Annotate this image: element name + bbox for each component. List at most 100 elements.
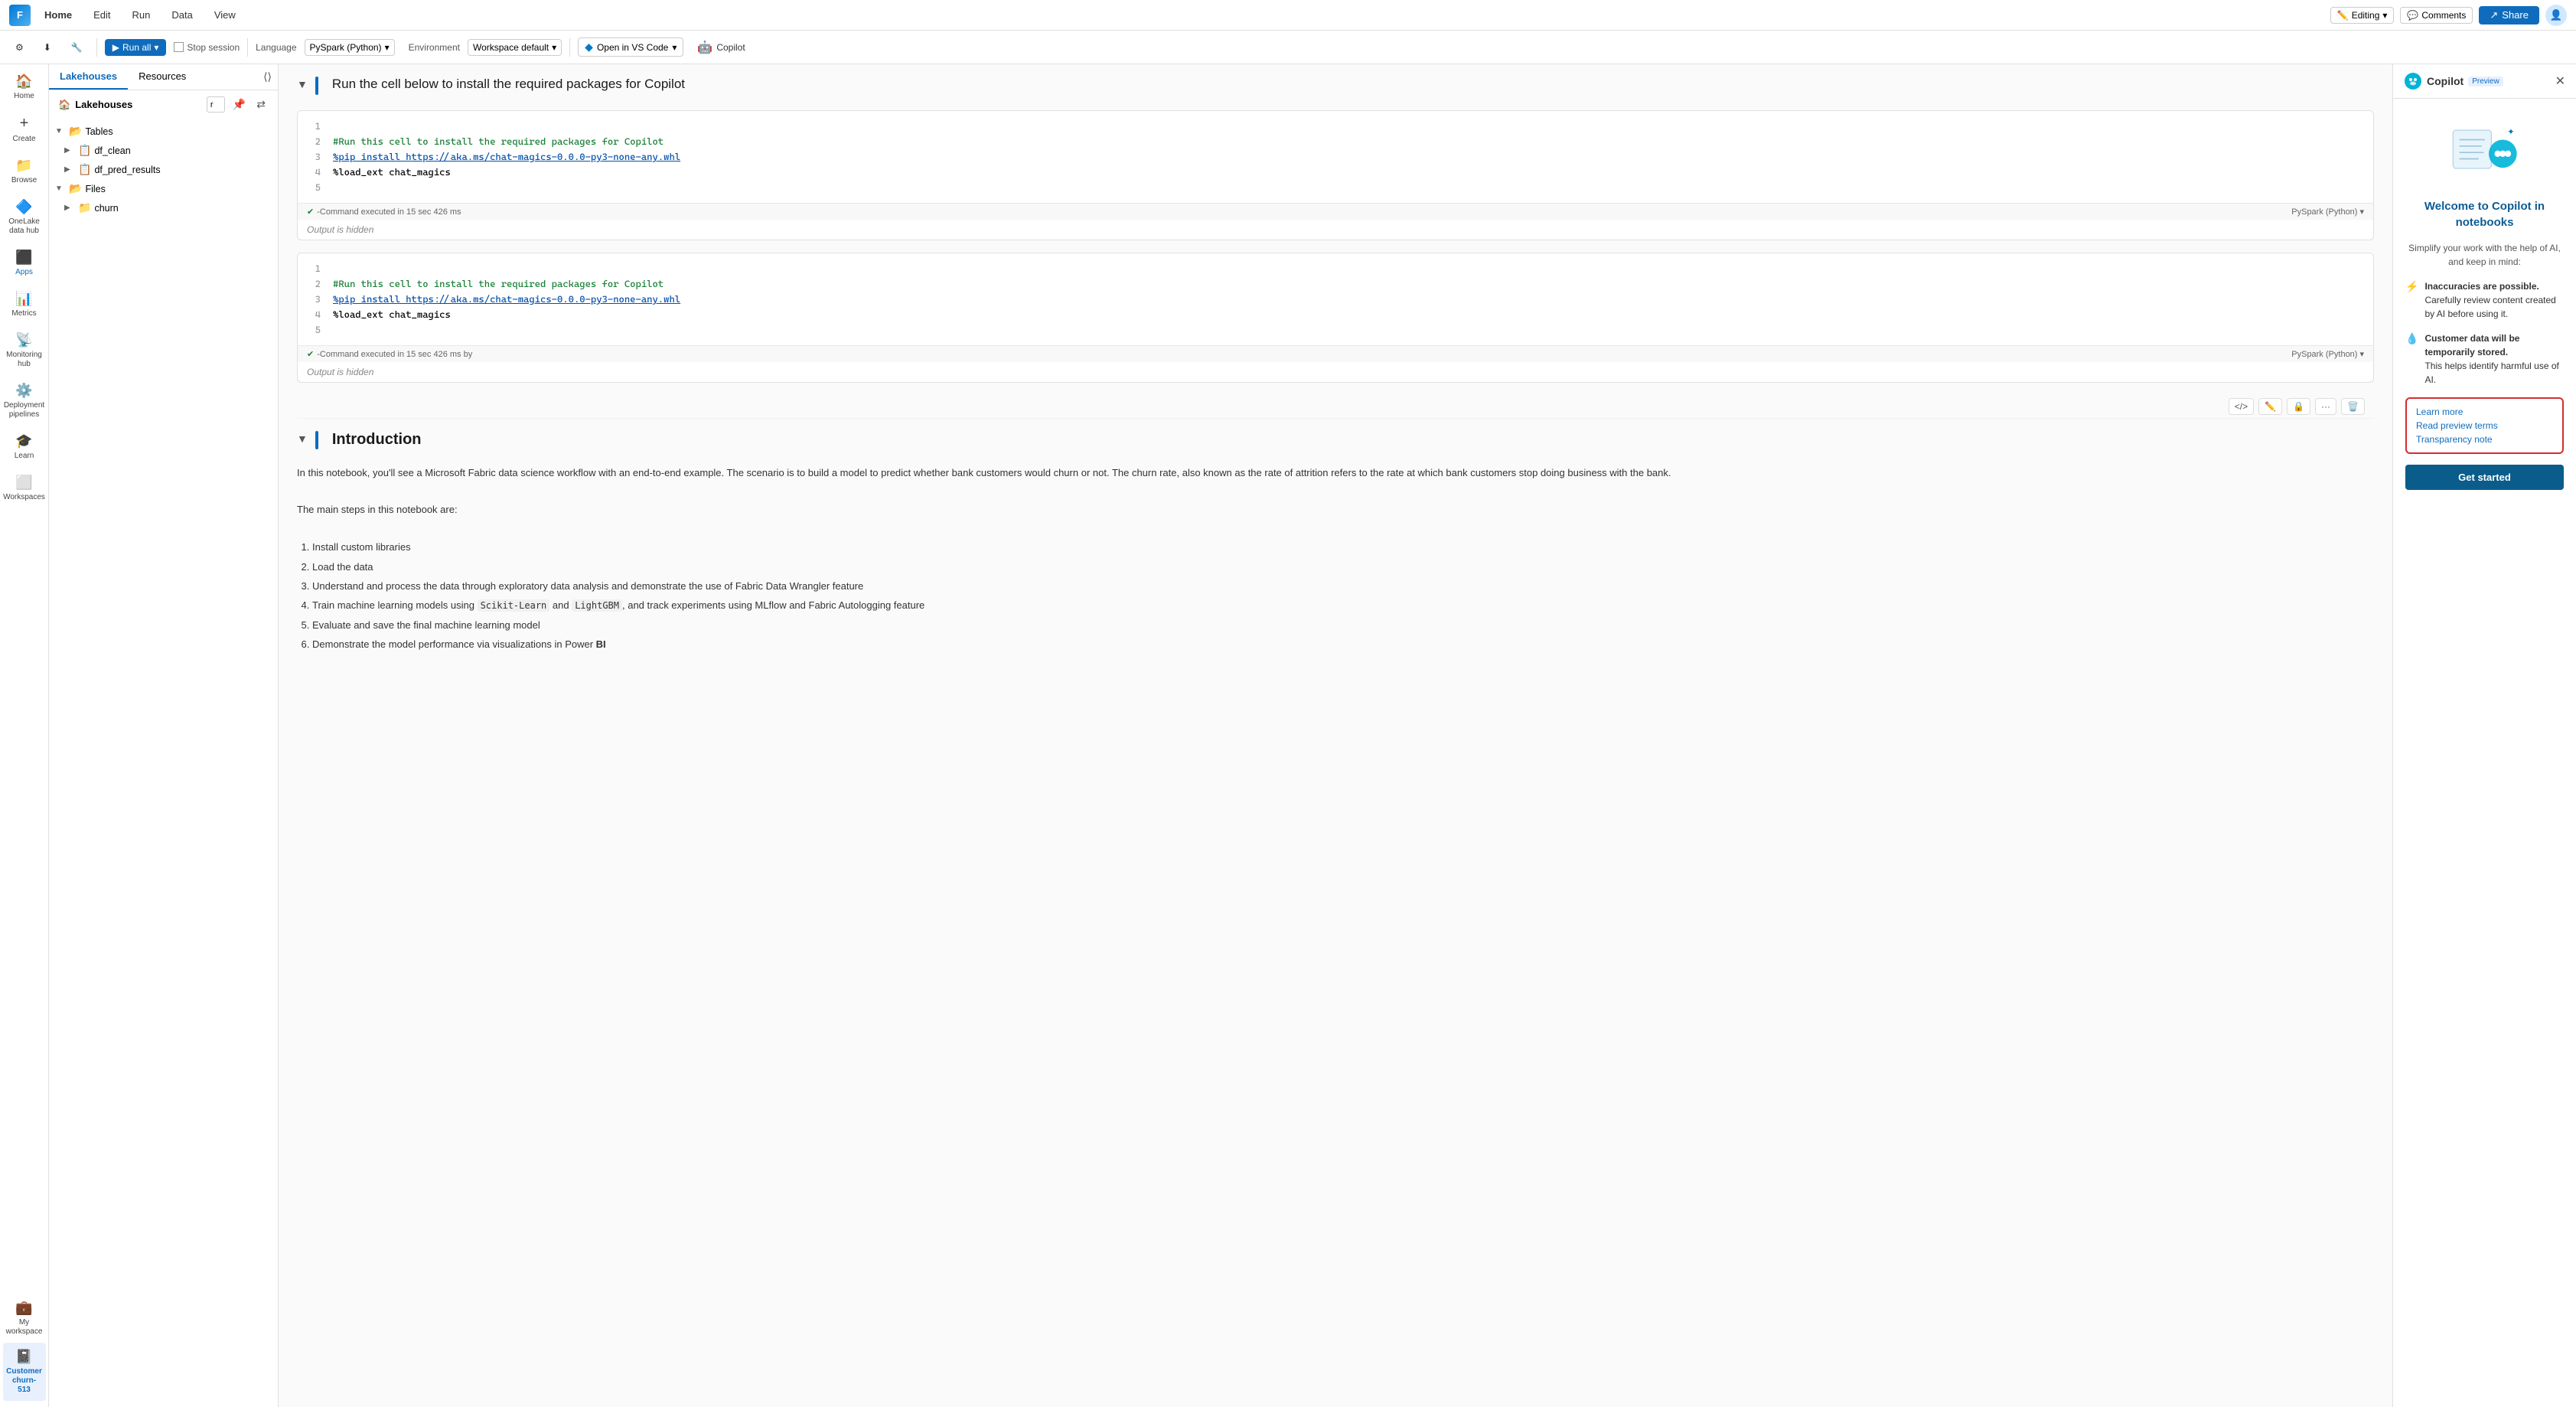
settings-gear-button[interactable]: 🔧 (65, 39, 89, 56)
code-view-button[interactable]: </> (2229, 398, 2254, 415)
share-label: Share (2502, 9, 2529, 21)
cell1-lang[interactable]: PySpark (Python) ▾ (2291, 207, 2364, 217)
collapse-section1-button[interactable]: ▼ (297, 78, 308, 90)
collapse-section2-button[interactable]: ▼ (297, 433, 308, 445)
copilot-side-panel: Copilot Preview ✕ ✦ Welc (2392, 64, 2576, 1407)
stop-session-label: Stop session (187, 42, 240, 53)
apps-icon: ⬛ (15, 250, 32, 266)
sidebar-label-browse: Browse (11, 176, 37, 185)
tab-resources[interactable]: Resources (128, 64, 197, 90)
share-button[interactable]: ↗ Share (2479, 6, 2539, 24)
code-area-1[interactable]: 1 2#Run this cell to install the require… (298, 111, 2373, 203)
collapse-panel-button[interactable]: ⟨⟩ (260, 64, 275, 90)
customer-data-detail: This helps identify harmful use of AI. (2424, 361, 2558, 385)
cell-floating-toolbar: </> ✏️ 🔒 ··· 🗑️ (297, 395, 2374, 419)
language-chevron-icon: ▾ (385, 42, 390, 53)
lakehouse-icon: 🏠 (58, 99, 70, 111)
sidebar-item-onelake[interactable]: 🔷 OneLake data hub (3, 193, 46, 242)
environment-chevron-icon: ▾ (552, 42, 556, 53)
more-options-button[interactable]: ··· (2315, 398, 2336, 415)
sidebar-item-deployment[interactable]: ⚙️ Deployment pipelines (3, 377, 46, 426)
nav-tab-data[interactable]: Data (164, 6, 200, 24)
cell2-lang-chevron: ▾ (2359, 349, 2364, 359)
run-all-button[interactable]: ▶ Run all ▾ (105, 39, 167, 56)
environment-selector[interactable]: Workspace default ▾ (468, 39, 562, 56)
editing-button[interactable]: ✏️ Editing ▾ (2330, 7, 2395, 24)
copilot-preview-badge: Preview (2468, 77, 2503, 87)
cell1-lang-text: PySpark (Python) (2291, 207, 2357, 217)
file-explorer-panel: Lakehouses Resources ⟨⟩ 🏠 Lakehouses 📌 ⇄… (49, 64, 279, 1407)
copilot-toolbar-button[interactable]: 🤖 Copilot (691, 38, 751, 57)
sidebar-item-apps[interactable]: ⬛ Apps (3, 243, 46, 283)
customer-icon: 📓 (15, 1349, 32, 1365)
copilot-info-item-2: 💧 Customer data will be temporarily stor… (2405, 331, 2564, 387)
sidebar-item-customer-churn[interactable]: 📓 Customer churn-513 (3, 1343, 46, 1401)
run-chevron-icon: ▾ (154, 42, 158, 53)
lock-cell-button[interactable]: 🔒 (2287, 398, 2310, 415)
user-avatar[interactable]: 👤 (2545, 5, 2567, 26)
sidebar-label-monitoring: Monitoring hub (6, 351, 42, 369)
sidebar-label-workspaces: Workspaces (3, 493, 45, 502)
notebook-toolbar: ⚙ ⬇ 🔧 ▶ Run all ▾ Stop session Language … (0, 31, 2576, 64)
nav-tab-home[interactable]: Home (37, 6, 80, 24)
language-selector[interactable]: PySpark (Python) ▾ (305, 39, 395, 56)
chevron-down-icon: ▾ (2382, 10, 2387, 21)
sidebar-item-learn[interactable]: 🎓 Learn (3, 427, 46, 467)
pin-button[interactable]: 📌 (230, 96, 249, 113)
stop-session-button[interactable]: Stop session (174, 42, 240, 53)
get-started-button[interactable]: Get started (2405, 465, 2564, 490)
svg-text:✦: ✦ (2507, 127, 2515, 137)
copilot-info-item-1: ⚡ Inaccuracies are possible. Carefully r… (2405, 279, 2564, 321)
tree-item-tables[interactable]: ▼ 📂 Tables (49, 122, 278, 141)
tree-item-churn[interactable]: ▶ 📁 churn (49, 198, 278, 217)
sidebar-item-browse[interactable]: 📁 Browse (3, 152, 46, 191)
open-vscode-button[interactable]: ◆ Open in VS Code ▾ (578, 38, 683, 57)
sidebar-item-workspaces[interactable]: ⬜ Workspaces (3, 468, 46, 508)
delete-cell-button[interactable]: 🗑️ (2341, 398, 2365, 415)
play-icon: ▶ (112, 42, 119, 53)
cell2-footer: ✔ -Command executed in 15 sec 426 ms by … (298, 345, 2373, 362)
sidebar-item-metrics[interactable]: 📊 Metrics (3, 285, 46, 325)
edit-cell-button[interactable]: ✏️ (2258, 398, 2282, 415)
step-1: Install custom libraries (312, 538, 2374, 556)
download-button[interactable]: ⬇ (37, 39, 57, 56)
copilot-close-button[interactable]: ✕ (2555, 73, 2565, 89)
sidebar-item-home[interactable]: 🏠 Home (3, 67, 46, 107)
notebook-settings-button[interactable]: ⚙ (9, 39, 30, 56)
monitoring-icon: 📡 (15, 332, 32, 348)
read-preview-terms-link[interactable]: Read preview terms (2416, 420, 2553, 431)
tree-item-df-pred-results[interactable]: ▶ 📋 df_pred_results (49, 160, 278, 179)
intro-text-1: In this notebook, you'll see a Microsoft… (297, 465, 2374, 482)
file-panel-header: 🏠 Lakehouses 📌 ⇄ (49, 90, 278, 119)
chevron-down-icon-2: ▼ (55, 184, 66, 193)
sidebar-label-learn: Learn (15, 452, 34, 461)
search-input[interactable] (207, 96, 225, 113)
cell2-lang[interactable]: PySpark (Python) ▾ (2291, 349, 2364, 359)
tree-item-files[interactable]: ▼ 📂 Files (49, 179, 278, 198)
comments-button[interactable]: 💬 Comments (2400, 7, 2473, 24)
status-check-icon: ✔ (307, 207, 314, 217)
home-icon: 🏠 (15, 73, 32, 90)
inaccuracies-icon: ⚡ (2405, 280, 2418, 293)
transparency-note-link[interactable]: Transparency note (2416, 434, 2553, 445)
onelake-icon: 🔷 (15, 199, 32, 215)
sidebar-item-monitoring[interactable]: 📡 Monitoring hub (3, 326, 46, 375)
sidebar-label-create: Create (12, 135, 35, 144)
code-area-2[interactable]: 1 2#Run this cell to install the require… (298, 253, 2373, 345)
learn-more-link[interactable]: Learn more (2416, 406, 2553, 417)
editing-label: Editing (2352, 10, 2380, 21)
language-label: Language (256, 42, 296, 53)
sidebar-item-create[interactable]: + Create (3, 109, 46, 150)
refresh-button[interactable]: ⇄ (253, 96, 269, 113)
nav-tab-edit[interactable]: Edit (86, 6, 118, 24)
nav-tab-view[interactable]: View (207, 6, 243, 24)
tree-item-df-clean[interactable]: ▶ 📋 df_clean (49, 141, 278, 160)
sidebar-item-my-workspace[interactable]: 💼 My workspace (3, 1294, 46, 1343)
cell1-status-text: -Command executed in 15 sec 426 ms (317, 207, 461, 217)
tab-lakehouses[interactable]: Lakehouses (49, 64, 128, 90)
copilot-welcome-title: Welcome to Copilot in notebooks (2405, 198, 2564, 230)
sidebar-label-customer-churn: Customer churn-513 (6, 1367, 42, 1395)
step-5: Evaluate and save the final machine lear… (312, 616, 2374, 634)
nav-tab-run[interactable]: Run (125, 6, 158, 24)
copilot-toolbar-label: Copilot (716, 42, 745, 53)
